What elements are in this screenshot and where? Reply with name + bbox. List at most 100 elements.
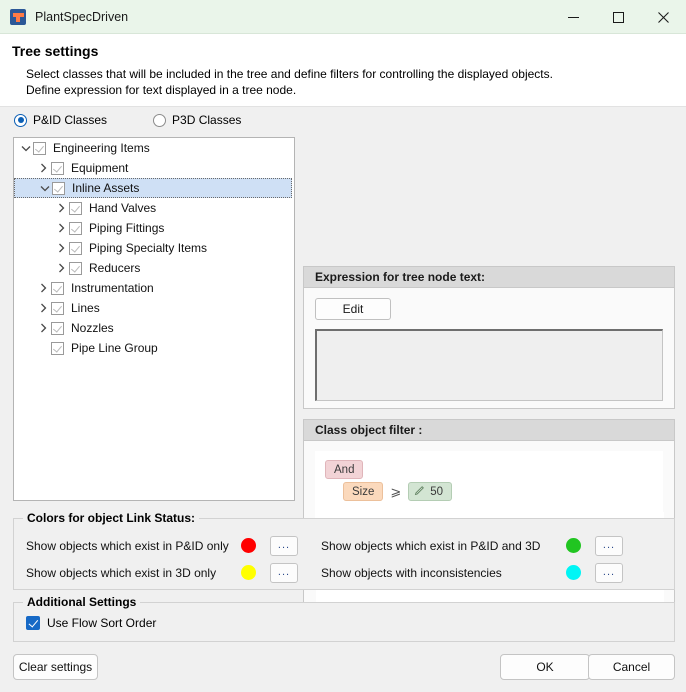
tree-node-piping-fittings[interactable]: Piping Fittings <box>14 218 294 238</box>
tree-node-engineering-items[interactable]: Engineering Items <box>14 138 294 158</box>
window-controls <box>551 0 686 34</box>
radio-p3d-classes-indicator <box>153 113 167 127</box>
additional-settings-group: Additional Settings Use Flow Sort Order <box>13 595 675 642</box>
tree-node-checkbox[interactable] <box>51 341 64 355</box>
chevron-down-icon[interactable] <box>18 145 33 152</box>
filter-value-chip[interactable]: 50 <box>408 482 453 501</box>
color-setting: Show objects which exist in 3D only... <box>26 562 321 583</box>
pencil-icon <box>414 485 425 499</box>
color-row: Show objects which exist in 3D only... Sh… <box>26 559 674 586</box>
expression-group-title: Expression for tree node text: <box>304 267 674 288</box>
clear-settings-button[interactable]: Clear settings <box>13 654 98 680</box>
minimize-icon[interactable] <box>551 0 596 34</box>
filter-field-chip[interactable]: Size <box>343 482 384 501</box>
header-section: Tree settings Select classes that will b… <box>0 34 686 107</box>
tree-node-checkbox[interactable] <box>51 161 64 175</box>
tree-node-label: Piping Fittings <box>89 221 165 235</box>
tree-node-label: Engineering Items <box>53 141 150 155</box>
filter-builder[interactable]: And Size ⩾ 50 <box>315 451 663 519</box>
color-swatch <box>566 538 581 553</box>
chevron-right-icon[interactable] <box>54 203 69 213</box>
page-title: Tree settings <box>12 43 99 59</box>
tree-node-piping-specialty-items[interactable]: Piping Specialty Items <box>14 238 294 258</box>
chevron-down-icon[interactable] <box>37 185 52 192</box>
tree-node-checkbox[interactable] <box>69 261 82 275</box>
color-browse-button[interactable]: ... <box>270 562 298 583</box>
class-mode-radio-group: P&ID Classes P3D Classes <box>0 107 686 133</box>
tree-node-checkbox[interactable] <box>51 301 64 315</box>
color-browse-button[interactable]: ... <box>595 535 623 556</box>
color-setting-label: Show objects with inconsistencies <box>321 565 502 580</box>
tree-node-label: Instrumentation <box>71 281 154 295</box>
tree-node-equipment[interactable]: Equipment <box>14 158 294 178</box>
color-setting: Show objects which exist in P&ID only... <box>26 535 321 556</box>
app-icon <box>10 8 26 25</box>
tree-node-checkbox[interactable] <box>33 141 46 155</box>
chevron-right-icon[interactable] <box>36 283 51 293</box>
flow-sort-checkbox[interactable] <box>26 616 40 630</box>
radio-p3d-classes-label: P3D Classes <box>172 113 242 127</box>
tree-node-label: Reducers <box>89 261 141 275</box>
color-swatch <box>566 565 581 580</box>
chevron-right-icon[interactable] <box>36 323 51 333</box>
chevron-right-icon[interactable] <box>54 223 69 233</box>
page-description-line-2: Define expression for text displayed in … <box>26 83 297 97</box>
tree-node-lines[interactable]: Lines <box>14 298 294 318</box>
tree-node-checkbox[interactable] <box>51 281 64 295</box>
link-status-colors-legend: Colors for object Link Status: <box>23 511 200 525</box>
edit-expression-button[interactable]: Edit <box>315 298 391 320</box>
link-status-colors-group: Colors for object Link Status: Show obje… <box>13 511 675 590</box>
maximize-icon[interactable] <box>596 0 641 34</box>
filter-condition-row: Size ⩾ 50 <box>343 482 663 501</box>
color-browse-button[interactable]: ... <box>595 562 623 583</box>
tree-node-label: Piping Specialty Items <box>89 241 208 255</box>
radio-pid-classes[interactable]: P&ID Classes <box>14 113 107 127</box>
chevron-right-icon[interactable] <box>36 303 51 313</box>
tree-node-checkbox[interactable] <box>69 201 82 215</box>
tree-node-instrumentation[interactable]: Instrumentation <box>14 278 294 298</box>
dialog-footer: Clear settings OK Cancel <box>0 648 686 692</box>
tree-node-checkbox[interactable] <box>51 321 64 335</box>
tree-node-hand-valves[interactable]: Hand Valves <box>14 198 294 218</box>
color-setting: Show objects with inconsistencies... <box>321 562 651 583</box>
class-tree[interactable]: Engineering Items Equipment Inline Assets H… <box>13 137 295 501</box>
close-icon[interactable] <box>641 0 686 34</box>
filter-logic-chip[interactable]: And <box>325 460 364 479</box>
radio-pid-classes-label: P&ID Classes <box>33 113 108 127</box>
flow-sort-label: Use Flow Sort Order <box>47 616 157 630</box>
title-bar: PlantSpecDriven <box>0 0 686 34</box>
tree-node-checkbox[interactable] <box>69 241 82 255</box>
tree-node-label: Lines <box>71 301 100 315</box>
tree-node-label: Equipment <box>71 161 129 175</box>
tree-node-checkbox[interactable] <box>69 221 82 235</box>
window-title: PlantSpecDriven <box>35 9 129 24</box>
cancel-button[interactable]: Cancel <box>588 654 675 680</box>
tree-node-reducers[interactable]: Reducers <box>14 258 294 278</box>
color-setting-label: Show objects which exist in P&ID only <box>26 538 229 553</box>
color-setting-label: Show objects which exist in 3D only <box>26 565 217 580</box>
tree-node-checkbox[interactable] <box>52 181 65 195</box>
settings-body: Engineering Items Equipment Inline Assets H… <box>0 133 686 633</box>
ok-button[interactable]: OK <box>500 654 590 680</box>
tree-node-nozzles[interactable]: Nozzles <box>14 318 294 338</box>
color-swatch <box>241 565 256 580</box>
color-row: Show objects which exist in P&ID only...… <box>26 532 674 559</box>
additional-settings-legend: Additional Settings <box>23 595 141 609</box>
radio-p3d-classes[interactable]: P3D Classes <box>153 113 241 127</box>
expression-text-area[interactable] <box>315 329 663 401</box>
chevron-right-icon[interactable] <box>54 263 69 273</box>
color-browse-button[interactable]: ... <box>270 535 298 556</box>
color-setting-label: Show objects which exist in P&ID and 3D <box>321 538 541 553</box>
tree-node-label: Pipe Line Group <box>71 341 158 355</box>
filter-value-text: 50 <box>430 485 444 498</box>
chevron-right-icon[interactable] <box>36 163 51 173</box>
color-setting: Show objects which exist in P&ID and 3D.… <box>321 535 651 556</box>
class-object-filter-title: Class object filter : <box>304 420 674 441</box>
tree-node-label: Hand Valves <box>89 201 157 215</box>
tree-node-pipe-line-group[interactable]: Pipe Line Group <box>14 338 294 358</box>
filter-operator[interactable]: ⩾ <box>390 484 401 500</box>
chevron-right-icon[interactable] <box>54 243 69 253</box>
expression-group: Expression for tree node text: Edit <box>303 266 675 409</box>
page-description-line-1: Select classes that will be included in … <box>26 67 553 81</box>
tree-node-inline-assets[interactable]: Inline Assets <box>14 178 292 198</box>
